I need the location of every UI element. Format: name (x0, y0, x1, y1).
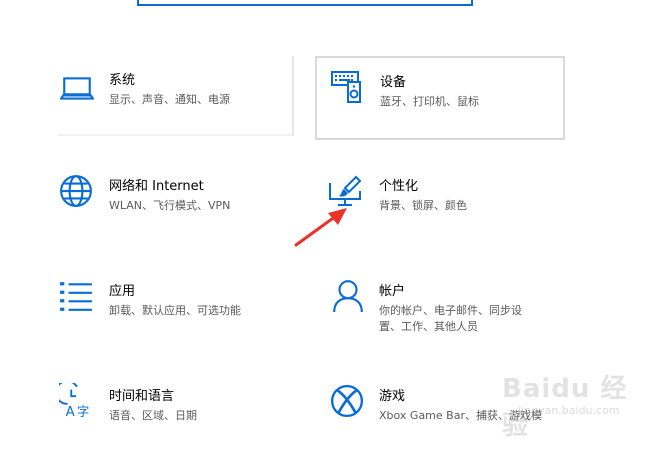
tile-description: 显示、声音、通知、电源 (109, 93, 230, 106)
tile-description: 语音、区域、日期 (109, 409, 197, 422)
tile-title: 帐户 (379, 284, 406, 299)
settings-tile-apps[interactable]: 应用 卸载、默认应用、可选功能 (58, 267, 294, 347)
settings-tile-network[interactable]: 网络和 Internet WLAN、飞行模式、VPN (58, 162, 294, 242)
settings-tile-personalization[interactable]: 个性化 背景、锁屏、颜色 (317, 162, 553, 242)
tile-description: WLAN、飞行模式、VPN (109, 199, 231, 212)
svg-text:A: A (66, 405, 75, 417)
tile-title: 应用 (109, 284, 136, 299)
laptop-icon (60, 77, 94, 100)
settings-tile-time-language[interactable]: A 字 时间和语言 语音、区域、日期 (58, 372, 294, 452)
tile-title: 游戏 (379, 389, 406, 404)
svg-text:字: 字 (77, 404, 89, 417)
tile-description: 卸载、默认应用、可选功能 (109, 304, 241, 317)
settings-tile-system[interactable]: 系统 显示、声音、通知、电源 (58, 56, 294, 136)
time-language-icon: A 字 (59, 383, 89, 417)
tile-title: 系统 (109, 73, 136, 88)
tile-title: 网络和 Internet (109, 179, 204, 194)
globe-icon (60, 175, 92, 207)
tile-title: 设备 (380, 75, 407, 90)
tile-description-line1: 你的帐户、电子邮件、同步设 (379, 304, 522, 317)
baidu-watermark: Baidu 经验 jingyan.baidu.com (500, 366, 650, 441)
person-icon (333, 280, 363, 313)
tile-description-line2: 置、工作、其他人员 (379, 320, 478, 333)
tile-description: 蓝牙、打印机、鼠标 (380, 95, 479, 108)
app-list-icon (60, 282, 92, 311)
settings-tile-accounts[interactable]: 帐户 你的帐户、电子邮件、同步设 置、工作、其他人员 (317, 267, 553, 347)
tile-title: 时间和语言 (109, 389, 175, 404)
keyboard-speaker-icon (331, 71, 361, 103)
watermark-url: jingyan.baidu.com (518, 404, 620, 417)
tile-title: 个性化 (379, 179, 419, 194)
xbox-icon (330, 384, 364, 418)
annotation-arrow-icon (294, 208, 347, 247)
search-box[interactable] (137, 0, 473, 6)
settings-tile-devices[interactable]: 设备 蓝牙、打印机、鼠标 (315, 56, 565, 140)
tile-description: 背景、锁屏、颜色 (379, 199, 467, 212)
